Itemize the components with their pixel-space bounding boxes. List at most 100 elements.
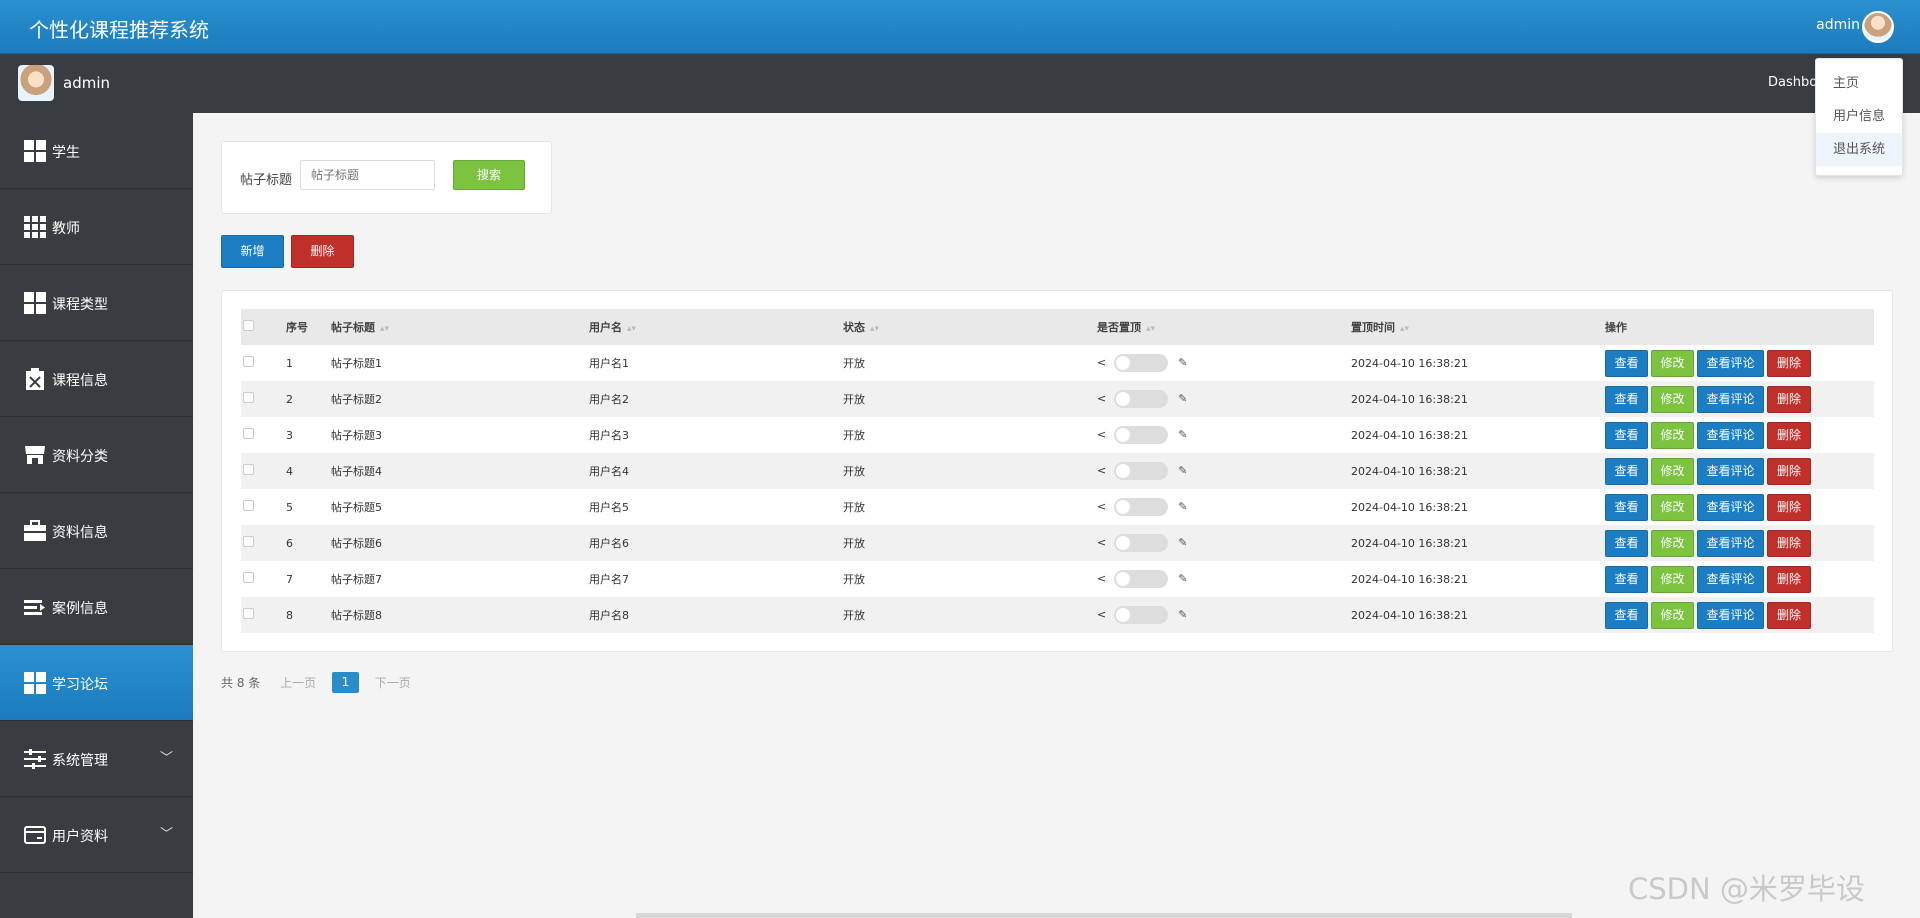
edit-button[interactable]: 修改: [1651, 601, 1694, 629]
sidebar-item-forum[interactable]: 学习论坛: [0, 645, 193, 721]
view-button[interactable]: 查看: [1605, 601, 1648, 629]
pin-toggle[interactable]: [1114, 570, 1169, 588]
view-comments-button[interactable]: 查看评论: [1697, 385, 1764, 413]
view-comments-button[interactable]: 查看评论: [1697, 565, 1764, 593]
search-button[interactable]: 搜索: [453, 160, 525, 190]
view-button[interactable]: 查看: [1605, 529, 1648, 557]
pencil-icon[interactable]: ✎: [1178, 392, 1187, 405]
row-delete-button[interactable]: 删除: [1767, 565, 1811, 593]
cell-status: 开放: [843, 429, 865, 442]
view-comments-button[interactable]: 查看评论: [1697, 601, 1764, 629]
view-comments-button[interactable]: 查看评论: [1697, 529, 1764, 557]
pencil-icon[interactable]: ✎: [1178, 536, 1187, 549]
header-pinned-time[interactable]: 置顶时间 ▴▾: [1351, 309, 1605, 345]
menu-item-logout[interactable]: 退出系统: [1816, 133, 1902, 166]
cell-status: 开放: [843, 393, 865, 406]
select-all-checkbox[interactable]: [243, 320, 254, 331]
sidebar-item-teachers[interactable]: 教师: [0, 189, 193, 265]
search-input[interactable]: [300, 160, 435, 190]
pin-toggle[interactable]: [1114, 354, 1169, 372]
add-button[interactable]: 新增: [221, 235, 284, 268]
edit-button[interactable]: 修改: [1651, 457, 1694, 485]
cell-status: 开放: [843, 357, 865, 370]
cell-user: 用户名8: [589, 609, 629, 622]
pencil-icon[interactable]: ✎: [1178, 572, 1187, 585]
sort-icon: ▴▾: [1146, 324, 1156, 334]
row-checkbox[interactable]: [243, 500, 254, 511]
view-button[interactable]: 查看: [1605, 349, 1648, 377]
pager-prev[interactable]: 上一页: [280, 674, 316, 691]
row-checkbox[interactable]: [243, 356, 254, 367]
pager-next[interactable]: 下一页: [375, 674, 411, 691]
pin-toggle[interactable]: [1114, 498, 1169, 516]
pencil-icon[interactable]: ✎: [1178, 500, 1187, 513]
row-checkbox[interactable]: [243, 536, 254, 547]
edit-button[interactable]: 修改: [1651, 493, 1694, 521]
header-status[interactable]: 状态 ▴▾: [843, 309, 1097, 345]
sort-icon: ▴▾: [380, 324, 390, 334]
view-button[interactable]: 查看: [1605, 457, 1648, 485]
pencil-icon[interactable]: ✎: [1178, 428, 1187, 441]
pagination: 共 8 条 上一页 1 下一页: [221, 672, 411, 693]
top-avatar[interactable]: [1862, 11, 1894, 43]
sidebar-item-label: 案例信息: [52, 601, 108, 617]
sidebar-item-course-types[interactable]: 课程类型: [0, 265, 193, 341]
pin-toggle[interactable]: [1114, 606, 1169, 624]
sidebar-item-students[interactable]: 学生: [0, 113, 193, 189]
view-comments-button[interactable]: 查看评论: [1697, 457, 1764, 485]
row-delete-button[interactable]: 删除: [1767, 601, 1811, 629]
edit-button[interactable]: 修改: [1651, 421, 1694, 449]
row-checkbox[interactable]: [243, 572, 254, 583]
horizontal-scrollbar[interactable]: [636, 913, 1572, 918]
cell-no: 7: [286, 572, 293, 586]
sidebar-item-case-info[interactable]: 案例信息: [0, 569, 193, 645]
pencil-icon[interactable]: ✎: [1178, 356, 1187, 369]
pencil-icon[interactable]: ✎: [1178, 608, 1187, 621]
pencil-icon[interactable]: ✎: [1178, 464, 1187, 477]
pin-toggle[interactable]: [1114, 426, 1169, 444]
edit-button[interactable]: 修改: [1651, 385, 1694, 413]
edit-button[interactable]: 修改: [1651, 565, 1694, 593]
top-user-name[interactable]: admin: [1816, 17, 1860, 33]
pager-current-page[interactable]: 1: [331, 672, 359, 693]
view-comments-button[interactable]: 查看评论: [1697, 421, 1764, 449]
view-button[interactable]: 查看: [1605, 421, 1648, 449]
row-delete-button[interactable]: 删除: [1767, 529, 1811, 557]
menu-item-user-info[interactable]: 用户信息: [1816, 100, 1902, 133]
header-title[interactable]: 帖子标题 ▴▾: [331, 309, 589, 345]
row-checkbox[interactable]: [243, 392, 254, 403]
watermark: CSDN @米罗毕设: [1628, 872, 1865, 906]
view-button[interactable]: 查看: [1605, 493, 1648, 521]
header-user[interactable]: 用户名 ▴▾: [589, 309, 843, 345]
header-pinned[interactable]: 是否置顶 ▴▾: [1097, 309, 1351, 345]
cell-no: 3: [286, 428, 293, 442]
menu-item-home[interactable]: 主页: [1816, 67, 1902, 100]
sidebar-item-material-categories[interactable]: 资料分类: [0, 417, 193, 493]
sidebar-item-system-management[interactable]: 系统管理 ﹀: [0, 721, 193, 797]
row-checkbox[interactable]: [243, 428, 254, 439]
sidebar-item-label: 课程类型: [52, 297, 108, 313]
view-comments-button[interactable]: 查看评论: [1697, 493, 1764, 521]
delete-button[interactable]: 删除: [291, 235, 354, 268]
view-comments-button[interactable]: 查看评论: [1697, 349, 1764, 377]
row-delete-button[interactable]: 删除: [1767, 493, 1811, 521]
sidebar-item-course-info[interactable]: 课程信息: [0, 341, 193, 417]
pin-toggle[interactable]: [1114, 534, 1169, 552]
header-no: 序号: [286, 321, 308, 334]
edit-button[interactable]: 修改: [1651, 349, 1694, 377]
pin-toggle[interactable]: [1114, 390, 1169, 408]
row-delete-button[interactable]: 删除: [1767, 421, 1811, 449]
sidebar-item-user-profile[interactable]: 用户资料 ﹀: [0, 797, 193, 873]
row-delete-button[interactable]: 删除: [1767, 385, 1811, 413]
view-button[interactable]: 查看: [1605, 565, 1648, 593]
row-delete-button[interactable]: 删除: [1767, 457, 1811, 485]
share-icon: <: [1097, 500, 1107, 513]
view-button[interactable]: 查看: [1605, 385, 1648, 413]
edit-button[interactable]: 修改: [1651, 529, 1694, 557]
row-checkbox[interactable]: [243, 464, 254, 475]
pin-toggle[interactable]: [1114, 462, 1169, 480]
row-delete-button[interactable]: 删除: [1767, 349, 1811, 377]
cell-pinned: < ✎: [1097, 525, 1351, 561]
sidebar-item-material-info[interactable]: 资料信息: [0, 493, 193, 569]
row-checkbox[interactable]: [243, 608, 254, 619]
